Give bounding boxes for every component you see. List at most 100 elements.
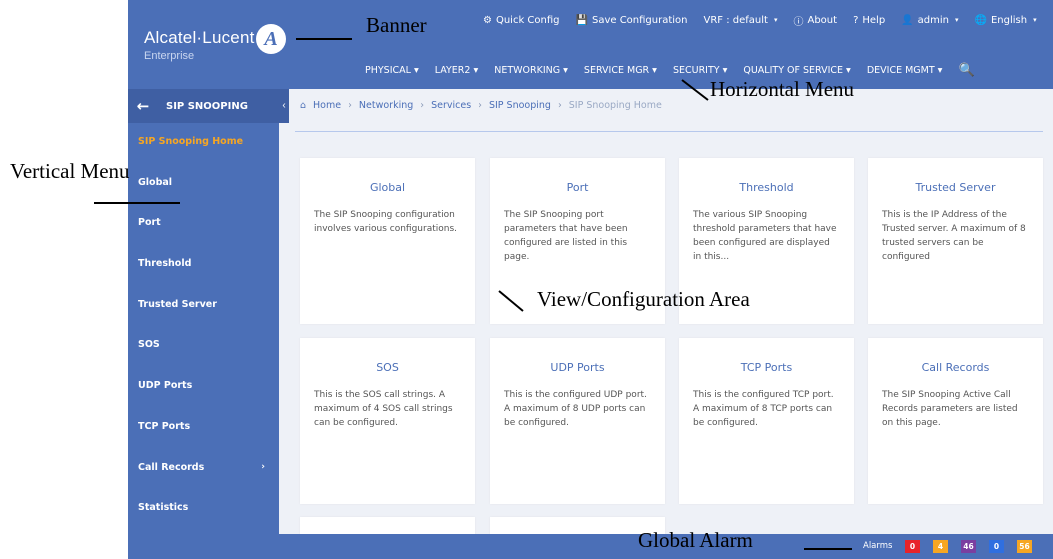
breadcrumb-current: SIP Snooping Home (568, 100, 662, 111)
logo-mark-icon: A (256, 24, 286, 54)
help-button[interactable]: ? Help (853, 15, 885, 26)
menu-layer2[interactable]: LAYER2 ▾ (435, 65, 479, 76)
logo-name: Alcatel·Lucent (144, 28, 255, 47)
save-configuration-label: Save Configuration (591, 14, 688, 26)
sidebar-item-trusted-server[interactable]: Trusted Server (128, 286, 279, 327)
collapse-sidebar-icon[interactable]: ‹ (279, 89, 289, 123)
breadcrumb: ⌂ Home › Networking › Services › SIP Sno… (300, 100, 662, 111)
sidebar-item-port[interactable]: Port (128, 204, 279, 245)
annotation-vertical-menu: Vertical Menu (10, 159, 130, 183)
card-sos[interactable]: SOS This is the SOS call strings. A maxi… (300, 338, 475, 504)
sidebar-item-label: Call Records (138, 461, 205, 473)
alarm-badge-warning[interactable]: 0 (989, 540, 1004, 553)
annotation-view-area-line (498, 290, 524, 312)
sidebar-item-label: TCP Ports (138, 420, 191, 432)
alarm-badge-major[interactable]: 4 (933, 540, 948, 553)
sidebar-item-label: Global (138, 176, 173, 188)
sidebar-item-tcp-ports[interactable]: TCP Ports (128, 408, 279, 449)
vertical-menu: ← SIP SNOOPING SIP Snooping Home Global … (128, 89, 279, 559)
about-label: About (807, 14, 838, 26)
menu-service-mgr[interactable]: SERVICE MGR ▾ (584, 65, 657, 76)
card-title: Call Records (921, 361, 990, 374)
annotation-global-alarm: Global Alarm (638, 528, 753, 552)
card-description: The various SIP Snooping threshold param… (693, 210, 837, 262)
card-title: TCP Ports (740, 361, 793, 374)
alarm-badge-minor[interactable]: 46 (961, 540, 976, 553)
breadcrumb-separator: › (420, 100, 425, 111)
sidebar-item-label: Threshold (138, 258, 192, 270)
menu-quality-of-service[interactable]: QUALITY OF SERVICE ▾ (743, 65, 850, 76)
help-label: Help (862, 14, 886, 26)
breadcrumb-home[interactable]: Home (313, 100, 341, 111)
search-icon[interactable]: 🔍 (958, 63, 974, 78)
about-button[interactable]: ⓘ About (793, 13, 837, 28)
quick-config-label: Quick Config (495, 14, 560, 26)
home-icon[interactable]: ⌂ (300, 100, 306, 111)
card-description: The SIP Snooping Active Call Records par… (882, 390, 1018, 428)
sidebar-list: SIP Snooping Home Global Port Threshold … (128, 123, 279, 530)
back-arrow-icon[interactable]: ← (128, 97, 158, 115)
breadcrumb-services[interactable]: Services (431, 100, 471, 111)
card-description: The SIP Snooping configuration involves … (314, 210, 458, 234)
menu-physical[interactable]: PHYSICAL ▾ (365, 65, 419, 76)
logo-subtitle: Enterprise (144, 50, 195, 62)
card-tcp-ports[interactable]: TCP Ports This is the configured TCP por… (679, 338, 854, 504)
menu-device-mgmt[interactable]: DEVICE MGMT ▾ (867, 65, 943, 76)
annotation-horizontal-menu: Horizontal Menu (710, 77, 855, 101)
sidebar-item-label: UDP Ports (138, 380, 193, 392)
sidebar-item-threshold[interactable]: Threshold (128, 245, 279, 286)
card-description: This is the SOS call strings. A maximum … (314, 390, 453, 428)
card-trusted-server[interactable]: Trusted Server This is the IP Address of… (868, 158, 1043, 324)
breadcrumb-divider (295, 131, 1043, 132)
annotation-global-alarm-line (804, 548, 852, 550)
language-menu[interactable]: 🌐 English ▾ (975, 15, 1037, 26)
save-icon: 💾 (575, 14, 588, 26)
sidebar-item-statistics[interactable]: Statistics (128, 489, 279, 530)
help-icon: ? (853, 14, 859, 26)
sidebar-item-label: SOS (138, 339, 160, 351)
sidebar-item-sip-snooping-home[interactable]: SIP Snooping Home (128, 123, 279, 164)
chevron-right-icon: › (261, 461, 265, 472)
card-description: This is the configured TCP port. A maxim… (693, 390, 834, 428)
quick-config-button[interactable]: ⚙ Quick Config (483, 15, 560, 26)
breadcrumb-sip-snooping[interactable]: SIP Snooping (489, 100, 551, 111)
card-title: Threshold (739, 181, 794, 194)
card-title: Trusted Server (915, 181, 996, 194)
annotation-view-area: View/Configuration Area (537, 287, 750, 311)
user-label: admin (917, 14, 949, 26)
breadcrumb-separator: › (478, 100, 482, 111)
annotation-banner-line (296, 38, 352, 40)
top-utility-bar: ⚙ Quick Config 💾 Save Configuration VRF … (483, 12, 1037, 28)
breadcrumb-separator: › (557, 100, 562, 111)
card-description: This is the IP Address of the Trusted se… (882, 210, 1026, 262)
language-label: English (990, 14, 1028, 26)
breadcrumb-separator: › (348, 100, 352, 111)
alarm-badge-critical[interactable]: 0 (905, 540, 920, 553)
card-title: SOS (376, 361, 399, 374)
sidebar-item-global[interactable]: Global (128, 164, 279, 205)
sidebar-item-sos[interactable]: SOS (128, 326, 279, 367)
sidebar-title: SIP SNOOPING (166, 100, 248, 112)
card-call-records[interactable]: Call Records The SIP Snooping Active Cal… (868, 338, 1043, 504)
annotation-vertical-menu-line (94, 202, 180, 204)
sidebar-item-udp-ports[interactable]: UDP Ports (128, 367, 279, 408)
card-title: Global (369, 181, 406, 194)
info-icon: ⓘ (793, 16, 804, 28)
user-menu[interactable]: 👤 admin ▾ (901, 15, 958, 26)
sidebar-item-label: Trusted Server (138, 298, 217, 310)
alarm-badge-info[interactable]: 56 (1017, 540, 1032, 553)
sidebar-item-label: Statistics (138, 502, 189, 514)
sidebar-item-label: Port (138, 217, 161, 229)
app-window: Alcatel·Lucent Enterprise A ⚙ Quick Conf… (128, 0, 1053, 559)
vrf-dropdown[interactable]: VRF : default ▾ (704, 15, 778, 26)
breadcrumb-networking[interactable]: Networking (359, 100, 413, 111)
card-global[interactable]: Global The SIP Snooping configuration in… (300, 158, 475, 324)
card-udp-ports[interactable]: UDP Ports This is the configured UDP por… (490, 338, 665, 504)
sidebar-item-call-records[interactable]: Call Records › (128, 449, 279, 490)
user-icon: 👤 (901, 14, 914, 26)
sidebar-header: ← SIP SNOOPING (128, 89, 279, 123)
menu-security[interactable]: SECURITY ▾ (673, 65, 727, 76)
menu-networking[interactable]: NETWORKING ▾ (494, 65, 568, 76)
save-configuration-button[interactable]: 💾 Save Configuration (576, 15, 688, 26)
card-description: This is the configured UDP port. A maxim… (504, 390, 647, 428)
